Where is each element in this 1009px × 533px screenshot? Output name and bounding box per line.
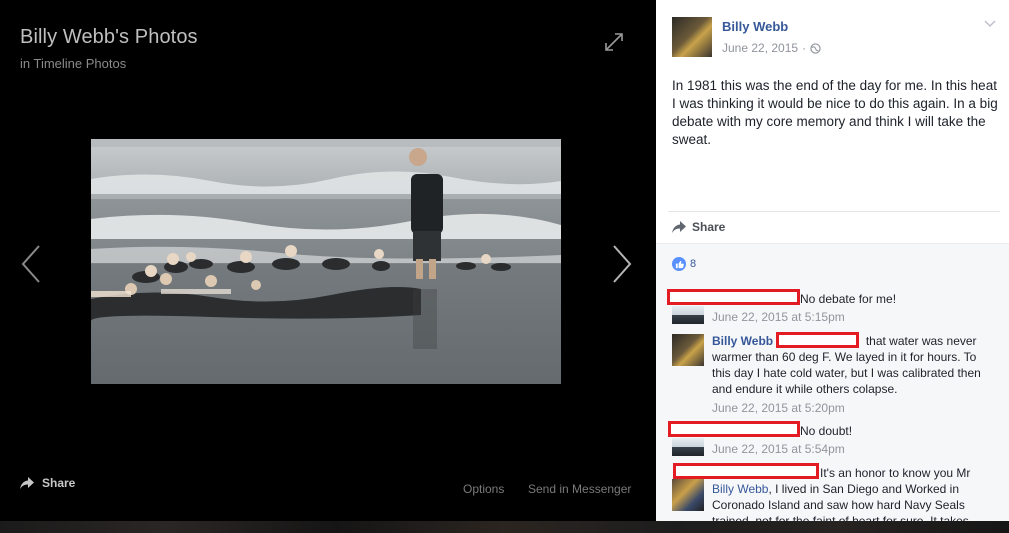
comment-4-mention[interactable]: Billy Webb [712, 482, 768, 496]
comment-4-body: It's an honor to know you Mr Billy Webb,… [712, 465, 992, 521]
chevron-down-icon[interactable] [984, 20, 996, 28]
photo-viewer: Billy Webb's Photos in Timeline Photos S… [0, 0, 656, 521]
main-photo [91, 139, 561, 384]
bottom-photo-strip [0, 521, 1009, 533]
chevron-left-icon[interactable] [20, 244, 42, 284]
viewer-share-label: Share [42, 476, 76, 490]
post-date[interactable]: June 22, 2015 [722, 41, 798, 55]
share-arrow-icon [672, 221, 686, 233]
comment-1-avatar[interactable] [672, 306, 704, 324]
chevron-right-icon[interactable] [611, 244, 633, 284]
comment-2-avatar[interactable] [672, 334, 704, 366]
comment-2-time[interactable]: June 22, 2015 at 5:20pm [712, 401, 845, 415]
share-arrow-icon [20, 477, 34, 489]
comment-1-text: No debate for me! [800, 292, 897, 306]
post-body: In 1981 this was the end of the day for … [672, 78, 998, 147]
post-share-button[interactable]: Share [672, 220, 725, 234]
comment-2-author[interactable]: Billy Webb [712, 334, 773, 348]
comment-4-text-before: It's an honor to know you Mr [820, 466, 971, 480]
redacted-mention [776, 332, 859, 348]
globe-icon[interactable] [810, 42, 821, 54]
album-subtitle[interactable]: in Timeline Photos [20, 56, 126, 71]
divider [668, 211, 1000, 212]
viewer-share-button[interactable]: Share [20, 476, 75, 490]
post-meta: June 22, 2015 · [722, 41, 821, 55]
send-in-messenger-button[interactable]: Send in Messenger [528, 482, 631, 496]
redacted-name [667, 289, 800, 305]
author-avatar[interactable] [672, 17, 712, 57]
album-title[interactable]: Billy Webb's Photos [20, 26, 198, 49]
post-panel: Billy Webb June 22, 2015 · In 1981 this … [656, 0, 1009, 521]
expand-icon[interactable] [603, 31, 625, 53]
options-button[interactable]: Options [463, 482, 504, 496]
comment-1-time[interactable]: June 22, 2015 at 5:15pm [712, 310, 845, 324]
comments-section: 8 No debate for me! June 22, 2015 at 5:1… [656, 243, 1009, 521]
reaction-summary[interactable]: 8 [672, 257, 696, 271]
comment-4-avatar[interactable] [672, 479, 704, 511]
like-icon [672, 257, 686, 271]
redacted-name [668, 421, 800, 437]
post-share-label: Share [692, 220, 726, 234]
comment-3-avatar[interactable] [672, 438, 704, 456]
like-count: 8 [690, 258, 697, 270]
post-author-name[interactable]: Billy Webb [722, 19, 788, 34]
comment-3-text: No doubt! [800, 424, 853, 438]
comment-3-time[interactable]: June 22, 2015 at 5:54pm [712, 442, 845, 456]
meta-separator: · [802, 41, 807, 55]
